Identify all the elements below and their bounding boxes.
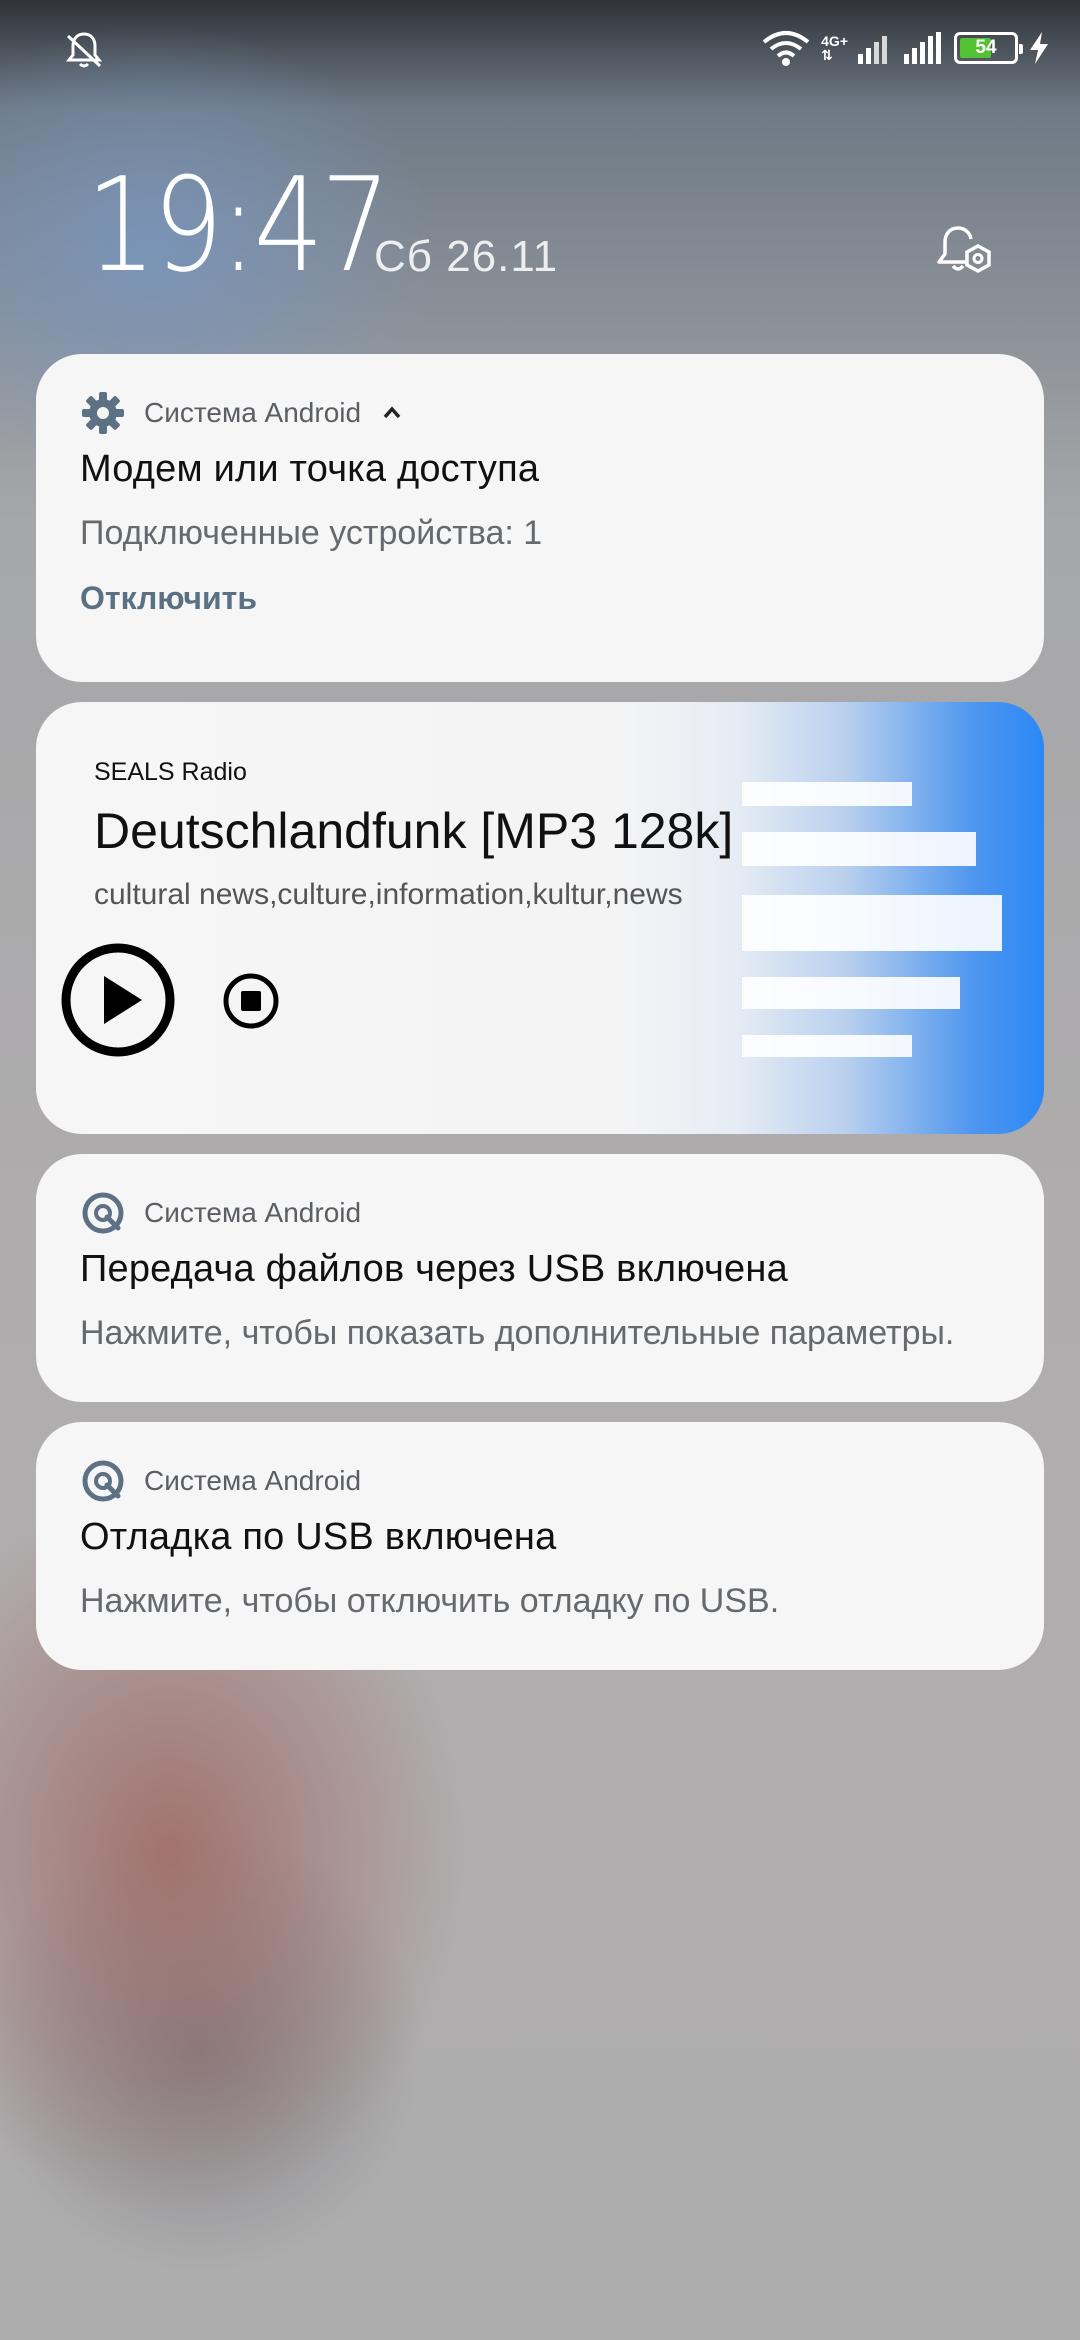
signal-icon [858, 36, 887, 64]
wifi-icon [762, 31, 810, 66]
disable-hotspot-button[interactable]: Отключить [80, 580, 257, 617]
app-name: Система Android [144, 397, 362, 428]
battery-level: 54 [975, 37, 997, 58]
network-type-label: 4G+ [821, 33, 848, 49]
status-bar: 4G+ ⇅ 54 [0, 0, 1080, 96]
notifications-off-icon [65, 32, 103, 68]
lockscreen-clock: 19:47 [86, 149, 391, 301]
stop-icon[interactable] [222, 972, 280, 1030]
notification-title: Отладка по USB включена [80, 1516, 557, 1558]
notification-text: Нажмите, чтобы отключить отладку по USB. [80, 1582, 780, 1620]
notification-hotspot[interactable]: Система Android Модем или точка доступа … [36, 354, 1044, 682]
play-icon[interactable] [60, 942, 176, 1058]
chevron-up-icon[interactable] [379, 400, 405, 426]
battery-icon: 54 [954, 32, 1023, 64]
media-title: Deutschlandfunk [MP3 128k] [94, 803, 734, 859]
notification-text: Подключенные устройства: 1 [80, 514, 543, 552]
notification-header: Система Android [80, 390, 405, 436]
app-name: Система Android [144, 1197, 362, 1228]
notification-settings-icon[interactable] [934, 220, 996, 282]
notification-header: Система Android [80, 1190, 361, 1236]
media-notification[interactable]: SEALS Radio Deutschlandfunk [MP3 128k] c… [36, 702, 1044, 1134]
notification-usb-transfer[interactable]: Система Android Передача файлов через US… [36, 1154, 1044, 1402]
signal-icon [904, 32, 941, 64]
gear-icon [82, 392, 124, 434]
lockscreen-date: Сб 26.11 [374, 232, 559, 281]
media-source: SEALS Radio [94, 758, 247, 786]
notification-text: Нажмите, чтобы показать дополнительные п… [80, 1314, 955, 1352]
android-q-icon [82, 1192, 124, 1234]
charging-icon [1030, 32, 1048, 64]
notification-usb-debugging[interactable]: Система Android Отладка по USB включена … [36, 1422, 1044, 1670]
app-name: Система Android [144, 1465, 362, 1496]
media-subtitle: cultural news,culture,information,kultur… [94, 878, 683, 911]
android-q-icon [82, 1460, 124, 1502]
notification-title: Передача файлов через USB включена [80, 1248, 788, 1290]
notification-header: Система Android [80, 1458, 361, 1504]
notification-title: Модем или точка доступа [80, 448, 540, 490]
